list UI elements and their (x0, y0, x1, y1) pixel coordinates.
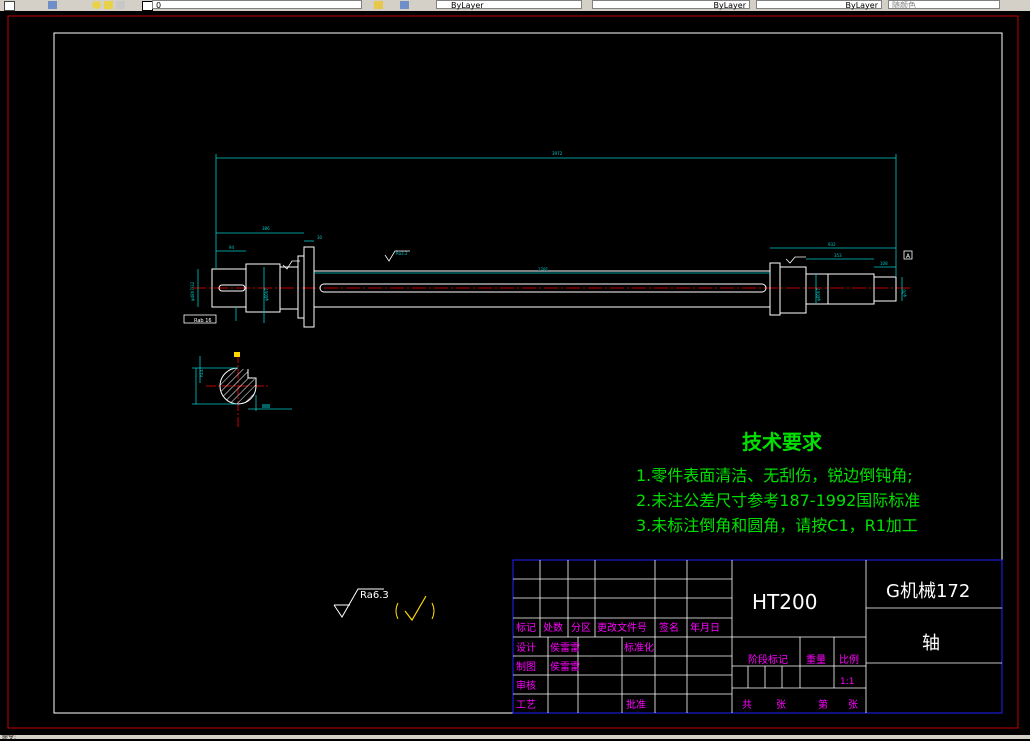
end-dia-text: φ70 (902, 289, 907, 297)
small-dim-text: 94 (229, 245, 235, 250)
tb-approve-label: 批准 (626, 698, 646, 711)
tb-drawn-name: 侯雷雷 (550, 660, 580, 673)
tb-stage-label: 阶段标记 (748, 653, 788, 666)
tb-scale-value: 1:1 (840, 677, 854, 687)
layer-dropdown[interactable]: 0 (152, 0, 362, 10)
tech-requirements-title: 技术要求 (742, 430, 822, 454)
tb-change-doc-label: 更改文件号 (597, 621, 647, 634)
body-dim-text: 1781 (538, 267, 549, 272)
right-step (827, 273, 875, 305)
tech-requirement-2: 2.未注公差尺寸参考187-1992国际标准 (636, 491, 921, 510)
shaft-main-view (192, 246, 912, 328)
right-end (873, 276, 897, 302)
roughness-value: Ra6.3 (360, 590, 389, 601)
tb-drawn-label: 制图 (516, 660, 536, 673)
tb-drawing-number: G机械172 (886, 581, 970, 602)
tb-scale-label: 比例 (839, 653, 859, 666)
right-step-text: 353 (834, 253, 842, 258)
section-dim-text: h14 (199, 369, 204, 377)
roughness-mark-text: Ra3.2 (396, 251, 408, 256)
lightbulb-icon[interactable] (92, 1, 101, 9)
plotstyle-value: 随颜色 (892, 1, 916, 10)
tb-weight-label: 重量 (806, 653, 826, 666)
tb-process-label: 工艺 (516, 699, 536, 711)
lineweight-dropdown[interactable]: ByLayer (756, 0, 882, 10)
tech-requirement-1: 1.零件表面清洁、无刮伤，锐边倒钝角; (636, 466, 913, 485)
command-line[interactable]: 命令: (0, 734, 1030, 741)
right-collar (779, 266, 807, 314)
shoulder (297, 255, 305, 319)
flange (303, 246, 315, 328)
tb-page-label: 第 (818, 698, 828, 711)
layer-state-icon[interactable] (48, 1, 57, 9)
tb-material: HT200 (752, 590, 817, 614)
tb-sheet-label: 张 (776, 699, 786, 711)
command-prompt: 命令: (2, 734, 17, 741)
tolerance-text: Rab 16 (194, 318, 212, 324)
right-section-text: 932 (828, 242, 836, 247)
tb-check-label: 审核 (516, 679, 536, 692)
title-block-texts: 标记 处数 分区 更改文件号 签名 年月日 设计 侯雷雷 标准化 制图 侯雷雷 … (516, 581, 970, 711)
section-view: h14 (192, 352, 292, 427)
tb-design-name: 侯雷雷 (550, 641, 580, 654)
linetype-dropdown[interactable]: ByLayer (592, 0, 750, 10)
color-value: ByLayer (451, 1, 484, 10)
overall-length-text: 3972 (552, 151, 563, 156)
tech-requirement-3: 3.未标注倒角和圆角，请按C1，R1加工 (636, 516, 918, 535)
lineweight-value: ByLayer (845, 1, 878, 10)
tb-page-sheet-label: 张 (848, 699, 858, 711)
left-dia-text: φ48h7/32 (190, 281, 195, 301)
tb-mark-label: 标记 (516, 622, 536, 634)
lock-icon[interactable] (116, 1, 125, 9)
tb-zone-label: 分区 (571, 622, 591, 634)
layer-previous-icon[interactable] (400, 1, 409, 9)
plotstyle-dropdown[interactable]: 随颜色 (888, 0, 1000, 10)
roughness-symbol: Ra6.3 (333, 588, 435, 622)
layer-manager-icon[interactable] (4, 1, 15, 11)
tb-count-label: 处数 (543, 621, 563, 634)
flange-dim-text: 30 (317, 235, 323, 240)
shaft-body (313, 270, 771, 308)
tb-standard-label: 标准化 (624, 641, 654, 654)
right-end-text: 108 (880, 261, 888, 266)
tb-signature-label: 签名 (659, 621, 679, 634)
color-dropdown[interactable]: ByLayer (436, 0, 582, 10)
make-current-icon[interactable] (374, 1, 383, 9)
layer-value: 0 (156, 1, 162, 10)
sun-icon[interactable] (104, 1, 113, 9)
right-dia-text: φ60h7 (816, 288, 821, 301)
tb-date-label: 年月日 (690, 621, 720, 634)
left-section-text: 386 (262, 226, 270, 231)
linetype-value: ByLayer (713, 1, 746, 10)
tb-design-label: 设计 (516, 641, 536, 654)
mid-dia-text: φ60h7 (264, 288, 269, 301)
drawing-svg: 3972 386 94 30 1781 932 353 108 φ48h7/32… (7, 15, 1019, 729)
tb-part-name: 轴 (922, 633, 940, 654)
right-shoulder (769, 262, 781, 316)
drawing-canvas[interactable]: 3972 386 94 30 1781 932 353 108 φ48h7/32… (0, 11, 1030, 735)
tb-total-label: 共 (742, 699, 752, 711)
